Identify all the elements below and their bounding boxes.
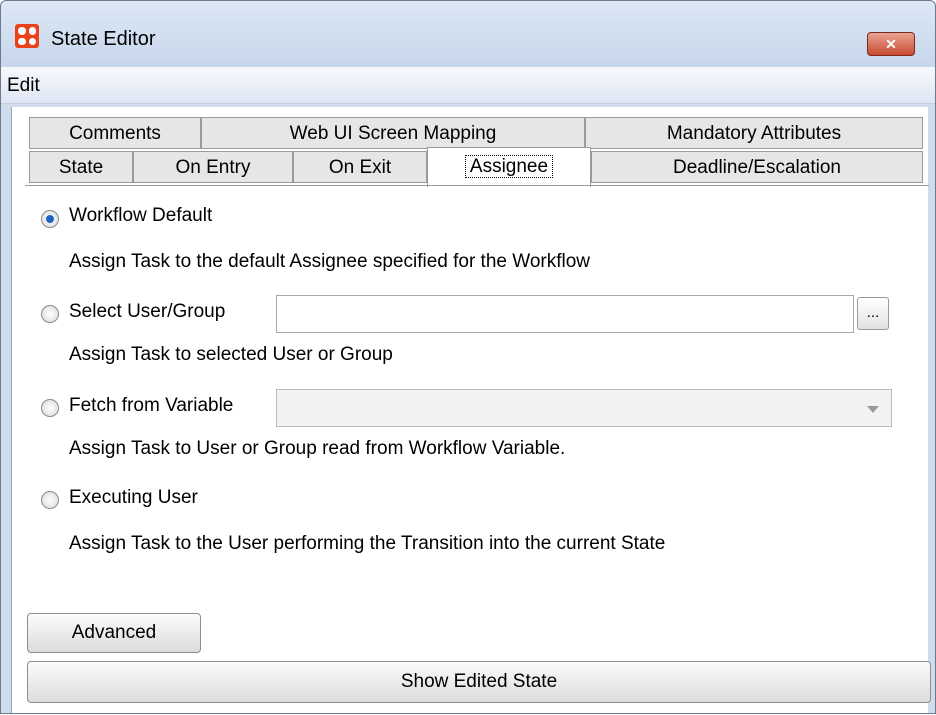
close-button[interactable]: ✕ (867, 32, 915, 56)
description-select-user-group: Assign Task to selected User or Group (69, 344, 393, 365)
variable-select[interactable] (276, 389, 892, 427)
browse-button[interactable]: ... (857, 297, 889, 330)
show-edited-state-button[interactable]: Show Edited State (27, 661, 931, 703)
tab-on-exit[interactable]: On Exit (293, 151, 427, 183)
description-executing-user: Assign Task to the User performing the T… (69, 533, 666, 554)
advanced-button[interactable]: Advanced (27, 613, 201, 653)
radio-executing-user[interactable] (41, 491, 59, 509)
window-title: State Editor (51, 28, 156, 50)
label-fetch-from-variable: Fetch from Variable (69, 395, 234, 416)
label-executing-user: Executing User (69, 487, 198, 508)
radio-fetch-from-variable[interactable] (41, 399, 59, 417)
description-workflow-default: Assign Task to the default Assignee spec… (69, 251, 591, 272)
tab-web-ui-screen-mapping[interactable]: Web UI Screen Mapping (201, 117, 585, 149)
tab-separator (25, 185, 929, 186)
tab-assignee[interactable]: Assignee (427, 147, 591, 187)
radio-workflow-default[interactable] (41, 210, 59, 228)
menu-edit[interactable]: Edit (7, 75, 40, 97)
tab-state[interactable]: State (29, 151, 133, 183)
description-fetch-from-variable: Assign Task to User or Group read from W… (69, 438, 566, 459)
tab-comments[interactable]: Comments (29, 117, 201, 149)
label-workflow-default: Workflow Default (69, 205, 213, 226)
tab-assignee-label: Assignee (464, 155, 554, 178)
menu-bar (1, 67, 935, 104)
chevron-down-icon (867, 406, 879, 413)
label-select-user-group: Select User/Group (69, 301, 226, 322)
radio-select-user-group[interactable] (41, 305, 59, 323)
close-icon: ✕ (885, 36, 897, 52)
user-group-input[interactable] (276, 295, 854, 333)
tab-deadline-escalation[interactable]: Deadline/Escalation (591, 151, 923, 183)
tab-mandatory-attributes[interactable]: Mandatory Attributes (585, 117, 923, 149)
state-editor-window: State Editor ✕ Edit Comments Web UI Scre… (0, 0, 936, 714)
app-logo-icon (15, 24, 39, 48)
tab-on-entry[interactable]: On Entry (133, 151, 293, 183)
